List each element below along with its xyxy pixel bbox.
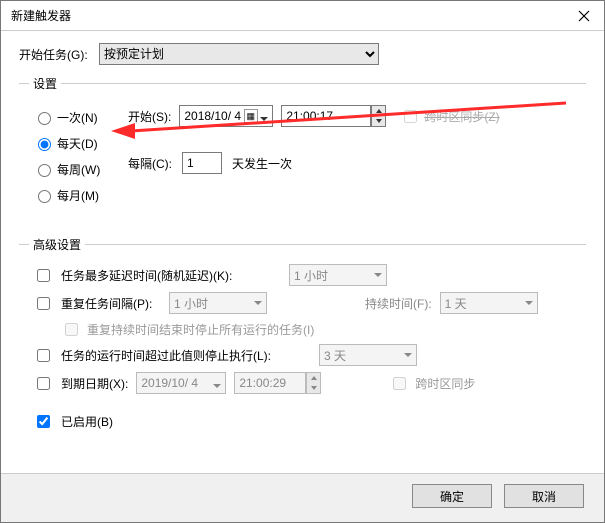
expire-timesync-label: 跨时区同步	[415, 375, 475, 392]
start-date-value: 2018/10/ 4	[184, 109, 241, 123]
dialog-body: 开始任务(G): 按预定计划 设置 一次(N) 每天(D) 每周(W) 每月(M…	[1, 31, 604, 473]
start-timesync-checkbox[interactable]	[404, 110, 417, 123]
settings-legend: 设置	[29, 75, 61, 92]
begin-task-select[interactable]: 按预定计划	[99, 43, 379, 65]
enabled-label: 已启用(B)	[61, 413, 113, 430]
repeat-stop-sub-label: 重复持续时间结束时停止所有运行的任务(I)	[87, 321, 314, 338]
repeat-stop-sub-checkbox	[65, 323, 78, 336]
chevron-down-icon	[525, 299, 533, 307]
advanced-group: 高级设置 任务最多延迟时间(随机延迟)(K): 1 小时 重复任务间隔(P): …	[19, 236, 586, 449]
expire-time-input[interactable]: 21:00:29	[234, 372, 306, 394]
repeat-combo[interactable]: 1 小时	[169, 292, 267, 314]
chevron-down-icon	[374, 271, 382, 279]
close-button[interactable]	[564, 1, 604, 30]
delay-label: 任务最多延迟时间(随机延迟)(K):	[61, 267, 281, 284]
stop-after-label: 任务的运行时间超过此值则停止执行(L):	[61, 347, 311, 364]
freq-monthly-label: 每月(M)	[57, 187, 99, 204]
stop-after-checkbox[interactable]	[37, 349, 50, 362]
expire-timesync-checkbox	[393, 377, 406, 390]
repeat-label: 重复任务间隔(P):	[61, 295, 161, 312]
ok-button[interactable]: 确定	[412, 484, 492, 508]
duration-combo[interactable]: 1 天	[440, 292, 538, 314]
expire-time-spinner[interactable]	[306, 372, 321, 394]
freq-daily-radio[interactable]	[38, 138, 51, 151]
freq-once-label: 一次(N)	[57, 109, 98, 126]
freq-weekly-radio[interactable]	[38, 164, 51, 177]
freq-monthly-radio[interactable]	[38, 190, 51, 203]
spin-up-icon	[372, 106, 385, 116]
expire-label: 到期日期(X):	[61, 375, 128, 392]
freq-weekly-label: 每周(W)	[57, 161, 100, 178]
dropdown-icon	[260, 112, 268, 120]
duration-label: 持续时间(F):	[365, 295, 432, 312]
trigger-dialog: 新建触发器 开始任务(G): 按预定计划 设置 一次(N) 每天(D) 每周(W…	[0, 0, 605, 523]
interval-suffix: 天发生一次	[232, 155, 292, 172]
repeat-checkbox[interactable]	[37, 297, 50, 310]
expire-checkbox[interactable]	[37, 377, 50, 390]
begin-task-label: 开始任务(G):	[19, 46, 99, 63]
close-icon	[578, 10, 590, 22]
dropdown-icon	[213, 379, 221, 387]
calendar-icon: ▦	[244, 109, 258, 123]
start-date-input[interactable]: 2018/10/ 4 ▦	[179, 105, 273, 127]
advanced-legend: 高级设置	[29, 236, 85, 253]
delay-combo[interactable]: 1 小时	[289, 264, 387, 286]
start-time-value: 21:00:17	[286, 109, 333, 123]
time-spinner[interactable]	[371, 105, 386, 127]
interval-label: 每隔(C):	[128, 155, 172, 172]
expire-date-input[interactable]: 2019/10/ 4	[136, 372, 226, 394]
cancel-button[interactable]: 取消	[504, 484, 584, 508]
window-title: 新建触发器	[1, 7, 71, 24]
enabled-checkbox[interactable]	[37, 415, 50, 428]
spin-down-icon	[372, 116, 385, 126]
interval-input[interactable]	[182, 152, 222, 174]
freq-once-radio[interactable]	[38, 112, 51, 125]
start-time-input[interactable]: 21:00:17	[281, 105, 371, 127]
button-bar: 确定 取消	[1, 473, 604, 522]
chevron-down-icon	[404, 351, 412, 359]
freq-daily-label: 每天(D)	[57, 135, 98, 152]
titlebar: 新建触发器	[1, 1, 604, 31]
stop-after-combo[interactable]: 3 天	[319, 344, 417, 366]
settings-group: 设置 一次(N) 每天(D) 每周(W) 每月(M) 开始(S): 2018/1…	[19, 75, 586, 222]
start-timesync-label: 跨时区同步(Z)	[424, 108, 499, 125]
delay-checkbox[interactable]	[37, 269, 50, 282]
start-label: 开始(S):	[128, 108, 171, 125]
chevron-down-icon	[254, 299, 262, 307]
